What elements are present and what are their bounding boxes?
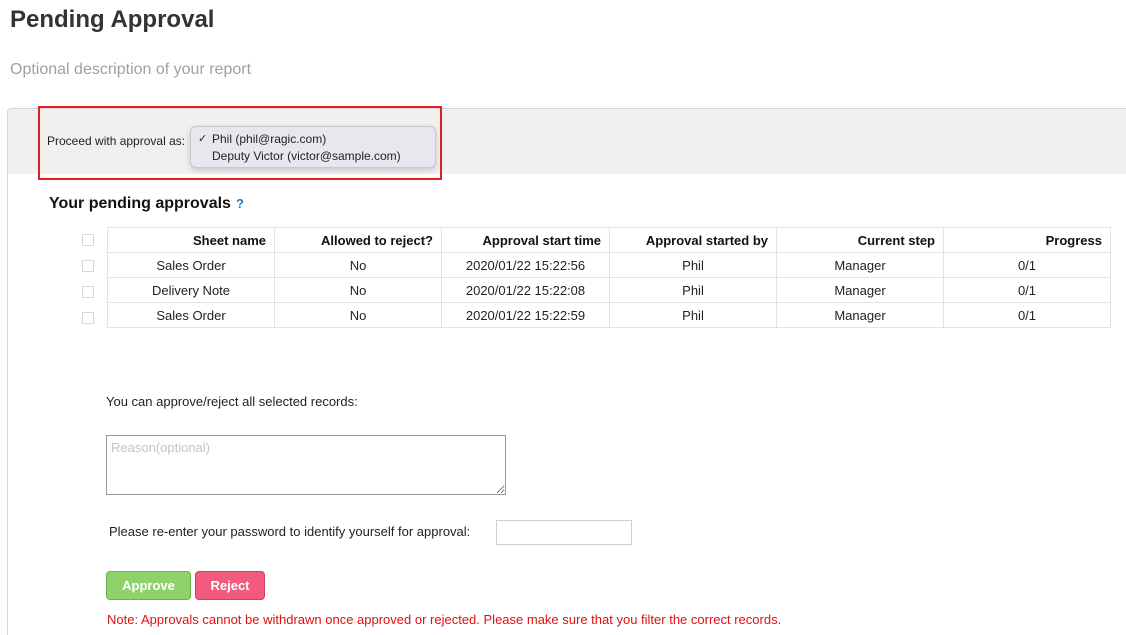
table-row[interactable]: Sales Order No 2020/01/22 15:22:59 Phil … xyxy=(107,302,1111,328)
column-header-current-step[interactable]: Current step xyxy=(776,227,944,253)
cell-progress: 0/1 xyxy=(943,302,1111,328)
select-all-checkbox[interactable] xyxy=(82,234,94,246)
cell-allowed-to-reject: No xyxy=(274,302,442,328)
pending-approvals-title: Your pending approvals? xyxy=(49,195,244,213)
pending-approvals-title-text: Your pending approvals xyxy=(49,195,231,212)
cell-progress: 0/1 xyxy=(943,277,1111,303)
column-header-approval-start-time[interactable]: Approval start time xyxy=(441,227,610,253)
cell-allowed-to-reject: No xyxy=(274,252,442,278)
report-panel xyxy=(7,108,1126,635)
checkmark-icon: ✓ xyxy=(198,133,208,145)
proceed-as-label: Proceed with approval as: xyxy=(47,134,186,148)
reason-textarea[interactable] xyxy=(106,435,506,495)
pending-approvals-table: Sheet name Allowed to reject? Approval s… xyxy=(107,227,1111,328)
row-checkbox-3[interactable] xyxy=(82,312,94,324)
page-description: Optional description of your report xyxy=(10,61,252,78)
reject-button[interactable]: Reject xyxy=(195,571,265,600)
bulk-action-label: You can approve/reject all selected reco… xyxy=(106,394,358,409)
approve-button[interactable]: Approve xyxy=(106,571,191,600)
warning-note: Note: Approvals cannot be withdrawn once… xyxy=(107,612,782,627)
cell-allowed-to-reject: No xyxy=(274,277,442,303)
password-input[interactable] xyxy=(496,520,632,545)
row-checkbox-2[interactable] xyxy=(82,286,94,298)
column-header-sheet-name[interactable]: Sheet name xyxy=(107,227,275,253)
approver-option-phil[interactable]: Phil (phil@ragic.com) xyxy=(212,132,326,146)
column-header-progress[interactable]: Progress xyxy=(943,227,1111,253)
table-row[interactable]: Delivery Note No 2020/01/22 15:22:08 Phi… xyxy=(107,277,1111,303)
row-checkbox-1[interactable] xyxy=(82,260,94,272)
cell-sheet-name: Delivery Note xyxy=(107,277,275,303)
column-header-allowed-to-reject[interactable]: Allowed to reject? xyxy=(274,227,442,253)
cell-current-step: Manager xyxy=(776,302,944,328)
cell-approval-started-by: Phil xyxy=(609,252,777,278)
cell-approval-start-time: 2020/01/22 15:22:08 xyxy=(441,277,610,303)
cell-approval-start-time: 2020/01/22 15:22:56 xyxy=(441,252,610,278)
page-title: Pending Approval xyxy=(10,6,215,33)
cell-sheet-name: Sales Order xyxy=(107,252,275,278)
table-header-row: Sheet name Allowed to reject? Approval s… xyxy=(107,227,1111,253)
column-header-approval-started-by[interactable]: Approval started by xyxy=(609,227,777,253)
cell-sheet-name: Sales Order xyxy=(107,302,275,328)
help-icon[interactable]: ? xyxy=(236,196,244,211)
cell-approval-started-by: Phil xyxy=(609,277,777,303)
approver-option-victor[interactable]: Deputy Victor (victor@sample.com) xyxy=(212,149,401,163)
approver-dropdown-menu[interactable]: ✓ Phil (phil@ragic.com) Deputy Victor (v… xyxy=(190,126,436,168)
cell-approval-started-by: Phil xyxy=(609,302,777,328)
table-row[interactable]: Sales Order No 2020/01/22 15:22:56 Phil … xyxy=(107,252,1111,278)
cell-current-step: Manager xyxy=(776,277,944,303)
cell-progress: 0/1 xyxy=(943,252,1111,278)
password-label: Please re-enter your password to identif… xyxy=(109,524,471,539)
cell-approval-start-time: 2020/01/22 15:22:59 xyxy=(441,302,610,328)
cell-current-step: Manager xyxy=(776,252,944,278)
